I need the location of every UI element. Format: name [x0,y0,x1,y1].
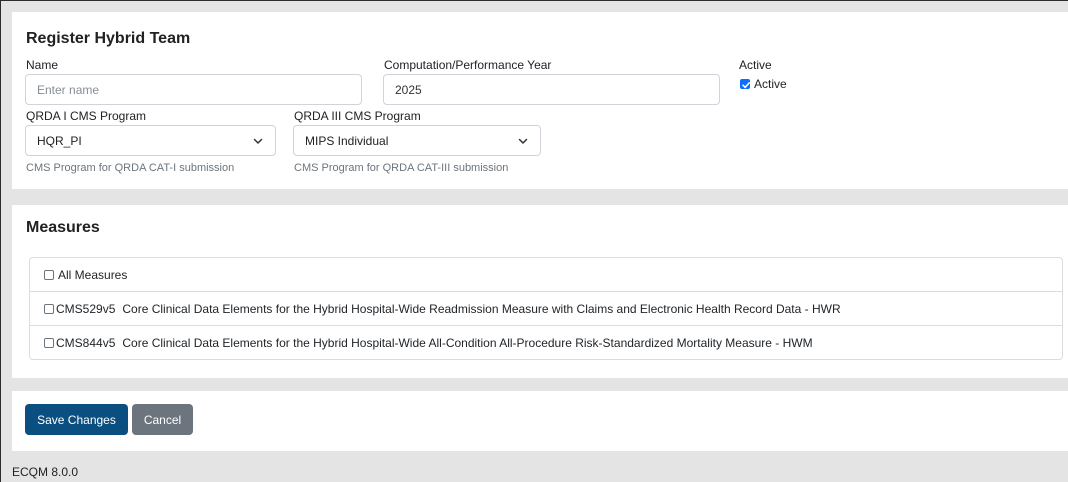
list-item[interactable]: CMS844v5 Core Clinical Data Elements for… [30,326,1062,359]
qrda3-selected-value: MIPS Individual [305,133,389,148]
measures-list: All Measures CMS529v5 Core Clinical Data… [29,257,1063,360]
active-checkbox[interactable] [740,79,750,89]
measures-title: Measures [26,219,100,236]
active-checkbox-label: Active [754,77,787,91]
qrda3-help-text: CMS Program for QRDA CAT-III submission [294,162,509,174]
all-measures-label: All Measures [58,267,128,282]
qrda3-label: QRDA III CMS Program [294,109,421,123]
list-item[interactable]: CMS529v5 Core Clinical Data Elements for… [30,292,1062,326]
name-label: Name [26,58,59,72]
qrda1-selected-value: HQR_PI [37,133,82,148]
qrda1-help-text: CMS Program for QRDA CAT-I submission [26,162,235,174]
qrda1-select[interactable]: HQR_PI [25,125,276,156]
measure-checkbox[interactable] [44,337,54,348]
all-measures-checkbox[interactable] [44,269,54,280]
version-label: ECQM 8.0.0 [12,465,79,479]
year-input[interactable] [383,74,720,105]
qrda3-select[interactable]: MIPS Individual [293,125,541,156]
save-changes-button[interactable]: Save Changes [25,404,128,435]
register-team-card: Register Hybrid Team Name Computation/Pe… [12,12,1068,189]
cancel-button[interactable]: Cancel [132,404,193,435]
app-frame: Register Hybrid Team Name Computation/Pe… [0,0,1068,482]
measure-checkbox[interactable] [44,303,54,314]
active-label: Active [739,58,772,72]
name-input[interactable] [25,74,362,105]
list-item-all-measures[interactable]: All Measures [30,258,1062,292]
chevron-down-icon [253,138,263,144]
checkmark-icon [742,82,750,89]
active-checkbox-row[interactable]: Active [740,77,787,91]
measure-description: Core Clinical Data Elements for the Hybr… [122,335,813,350]
measure-code: CMS529v5 [56,301,116,316]
measure-code: CMS844v5 [56,335,116,350]
chevron-down-icon [518,138,528,144]
measures-card: Measures All Measures CMS529v5 Core Clin… [12,205,1068,378]
register-title: Register Hybrid Team [26,30,191,47]
year-label: Computation/Performance Year [384,58,552,72]
actions-card: Save Changes Cancel [12,391,1068,451]
qrda1-label: QRDA I CMS Program [26,109,147,123]
measure-description: Core Clinical Data Elements for the Hybr… [122,301,841,316]
